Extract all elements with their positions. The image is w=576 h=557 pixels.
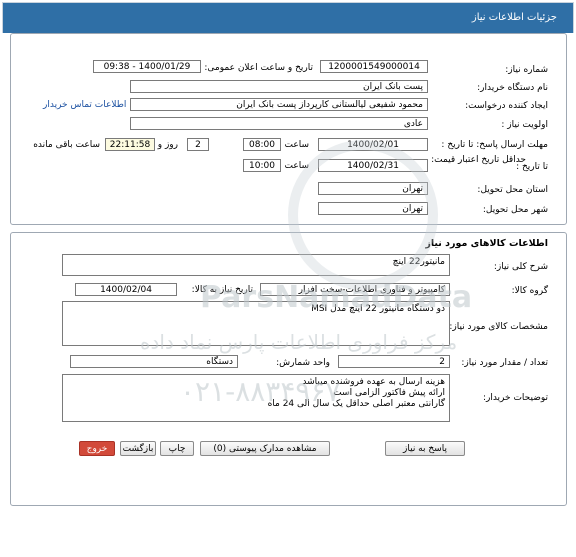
announce-field: 1400/01/29 - 09:38: [93, 60, 201, 73]
attachments-button[interactable]: مشاهده مدارک پیوستی (0): [200, 441, 330, 456]
deadline-time-label: ساعت: [284, 140, 310, 150]
group-field: کامپیوتر و فناوری اطلاعات-سخت افزار: [260, 283, 450, 296]
group-label: گروه کالا:: [511, 286, 548, 296]
creator-field: محمود شفیعی لیالستانی کارپرداز پست بانک …: [130, 98, 428, 111]
validity-label: حداقل تاریخ اعتبار قیمت:: [431, 155, 526, 165]
buyer-contact-link[interactable]: اطلاعات تماس خریدار: [43, 100, 126, 110]
goods-section-title: اطلاعات کالاهای مورد نیاز: [425, 238, 548, 249]
validity-to-label: تا تاریخ :: [516, 162, 548, 172]
city-label: شهر محل تحویل:: [482, 205, 548, 215]
unit-field: دستگاه: [70, 355, 238, 368]
unit-label: واحد شمارش:: [276, 358, 330, 368]
province-field: تهران: [318, 182, 428, 195]
priority-label: اولویت نیاز :: [501, 120, 548, 130]
qty-label: تعداد / مقدار مورد نیاز:: [461, 358, 548, 368]
validity-time-label: ساعت: [284, 161, 310, 171]
page-title: جزئیات اطلاعات نیاز: [471, 12, 557, 23]
notes-line: هزینه ارسال به عهده فروشنده میباشد: [302, 377, 445, 387]
days-label: روز و: [157, 140, 178, 150]
remaining-time-field: 22:11:58: [105, 138, 155, 151]
buyer-field: پست بانک ایران: [130, 80, 428, 93]
back-button[interactable]: بازگشت: [120, 441, 156, 456]
buyer-label: نام دستگاه خریدار:: [477, 83, 548, 93]
remaining-label: ساعت باقی مانده: [33, 140, 100, 150]
reply-button[interactable]: پاسخ به نیاز: [385, 441, 465, 456]
summary-label: شرح کلی نیاز:: [493, 262, 548, 272]
creator-label: ایجاد کننده درخواست:: [465, 101, 548, 111]
exit-button[interactable]: خروج: [79, 441, 115, 456]
province-label: استان محل تحویل:: [477, 185, 548, 195]
qty-field: 2: [338, 355, 450, 368]
days-field: 2: [187, 138, 209, 151]
notes-line: ارائه پیش فاکتور الزامی است: [333, 388, 445, 398]
specs-field: دو دستگاه مانیتور 22 اینچ مدل MSI: [62, 301, 450, 346]
summary-field: مانیتور22 اینچ: [62, 254, 450, 276]
need-date-label: تاریخ نیاز به کالا:: [191, 285, 253, 295]
validity-date-field: 1400/02/31: [318, 159, 428, 172]
print-button[interactable]: چاپ: [160, 441, 194, 456]
need-number-label: شماره نیاز:: [505, 65, 548, 75]
announce-label: تاریخ و ساعت اعلان عمومی:: [204, 63, 313, 73]
need-date-field: 1400/02/04: [75, 283, 177, 296]
deadline-label: مهلت ارسال پاسخ: تا تاریخ :: [441, 140, 548, 150]
specs-label: مشخصات کالای مورد نیاز:: [449, 322, 548, 332]
notes-label: توضیحات خریدار:: [482, 393, 548, 403]
notes-field: هزینه ارسال به عهده فروشنده میباشد ارائه…: [62, 374, 450, 422]
deadline-time-field: 08:00: [243, 138, 281, 151]
notes-line: گارانتی معتبر اصلی حداقل یک سال الی 24 م…: [267, 399, 445, 409]
validity-time-field: 10:00: [243, 159, 281, 172]
city-field: تهران: [318, 202, 428, 215]
priority-field: عادی: [130, 117, 428, 130]
deadline-date-field: 1400/02/01: [318, 138, 428, 151]
page-header: جزئیات اطلاعات نیاز: [2, 2, 574, 33]
need-number-field: 1200001549000014: [320, 60, 428, 73]
